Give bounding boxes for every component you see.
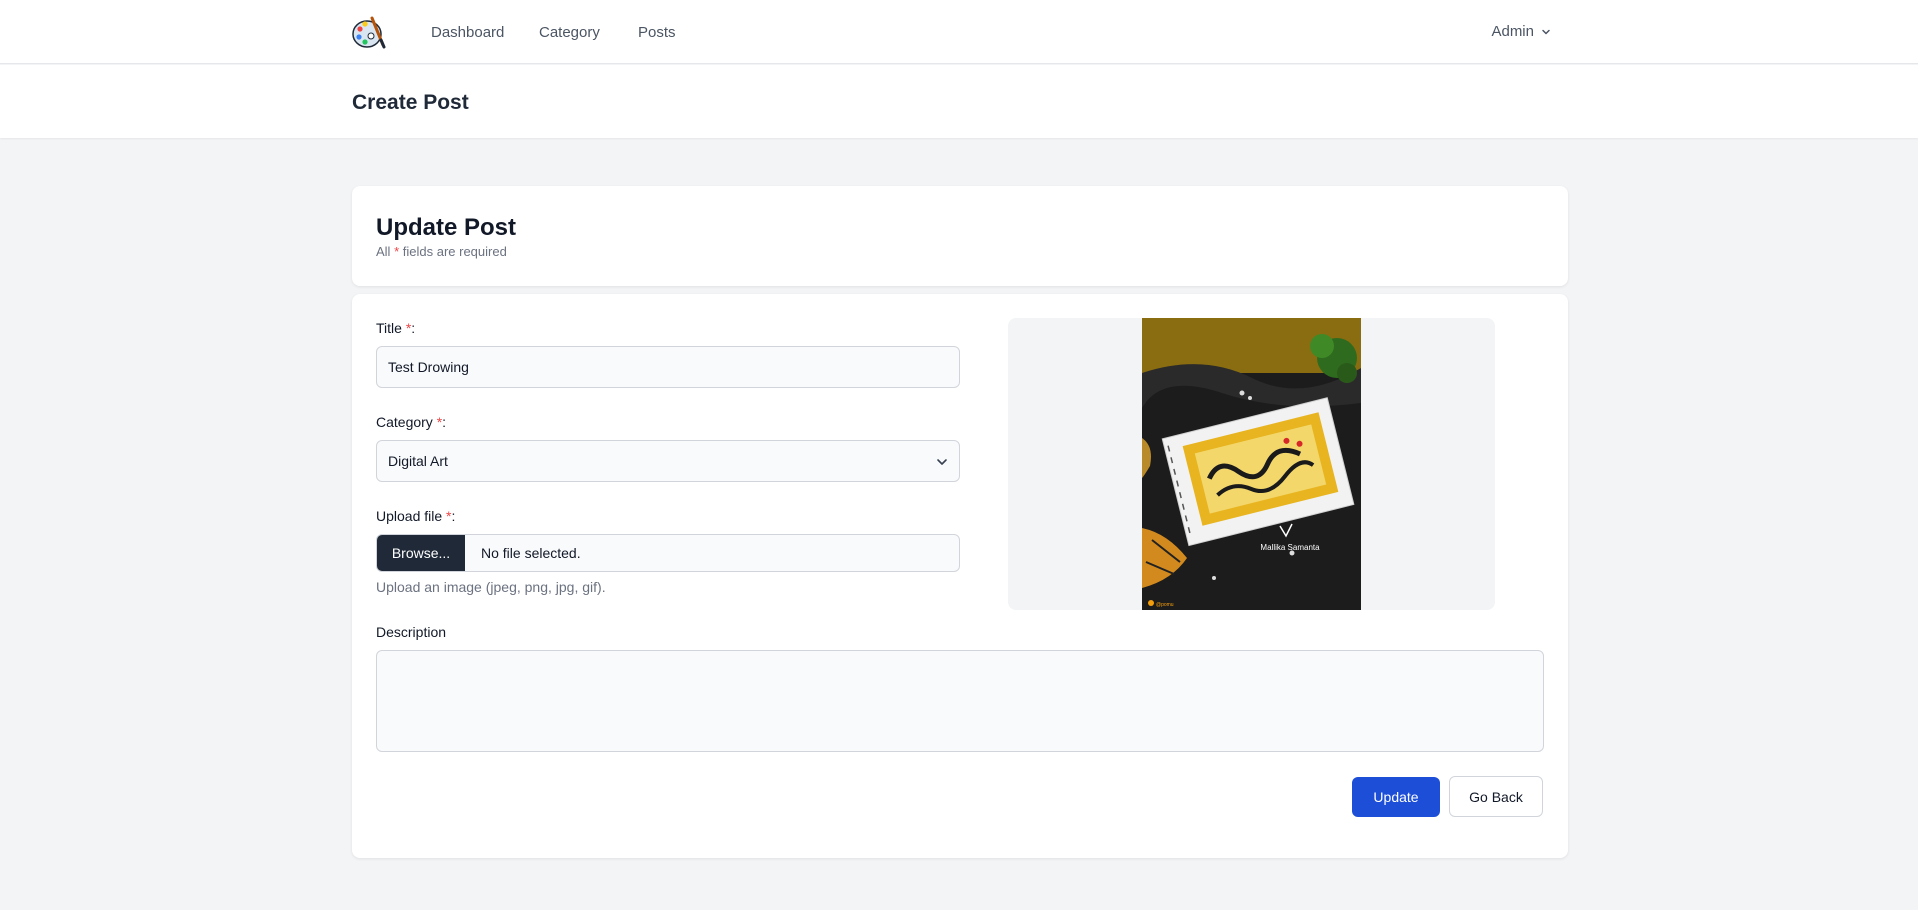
- post-form-card: Title *: Test Drowing Category *: Digita…: [352, 294, 1568, 858]
- nav-link-dashboard[interactable]: Dashboard: [431, 24, 504, 41]
- required-asterisk: *: [394, 244, 400, 259]
- title-label-text: Title: [376, 320, 402, 336]
- upload-label: Upload file *:: [376, 508, 455, 524]
- palette-logo-icon[interactable]: [352, 14, 386, 50]
- title-label: Title *:: [376, 320, 415, 336]
- file-status-text: No file selected.: [481, 545, 581, 561]
- upload-label-text: Upload file: [376, 508, 443, 524]
- nav-link-posts[interactable]: Posts: [638, 24, 676, 41]
- upload-hint: Upload an image (jpeg, png, jpg, gif).: [376, 579, 606, 595]
- update-button[interactable]: Update: [1352, 777, 1440, 817]
- browse-button[interactable]: Browse...: [377, 535, 465, 571]
- go-back-button[interactable]: Go Back: [1449, 776, 1543, 817]
- required-fields-note: All * fields are required: [376, 244, 507, 259]
- label-colon: :: [451, 508, 456, 524]
- user-menu-label: Admin: [1491, 23, 1534, 40]
- category-select[interactable]: Digital Art: [376, 440, 960, 482]
- description-label: Description: [376, 624, 447, 640]
- top-navbar: Dashboard Category Posts Admin: [0, 0, 1918, 64]
- page-title: Create Post: [352, 91, 469, 114]
- title-input[interactable]: Test Drowing: [376, 346, 960, 388]
- form-header-card: Update Post All * fields are required: [352, 186, 1568, 286]
- description-textarea[interactable]: [376, 650, 1544, 752]
- chevron-down-icon: [937, 459, 947, 465]
- page-header: Create Post: [0, 65, 1918, 138]
- label-colon: :: [411, 320, 416, 336]
- user-menu[interactable]: Admin: [1491, 23, 1552, 40]
- form-title: Update Post: [376, 214, 517, 241]
- category-label-text: Category: [376, 414, 433, 430]
- label-colon: :: [442, 414, 447, 430]
- category-selected-value: Digital Art: [388, 453, 448, 469]
- nav-link-category[interactable]: Category: [539, 24, 600, 41]
- artwork-preview-photo: Mallika Samanta @pomu: [1142, 318, 1361, 610]
- category-label: Category *:: [376, 414, 446, 430]
- svg-text:Mallika Samanta: Mallika Samanta: [1260, 543, 1320, 552]
- required-note-prefix: All: [376, 244, 391, 259]
- required-note-suffix: fields are required: [402, 244, 507, 259]
- chevron-down-icon: [1542, 29, 1550, 34]
- file-upload-input[interactable]: Browse... No file selected.: [376, 534, 960, 572]
- svg-text:@pomu: @pomu: [1156, 602, 1174, 608]
- image-preview: Mallika Samanta @pomu: [1008, 318, 1495, 610]
